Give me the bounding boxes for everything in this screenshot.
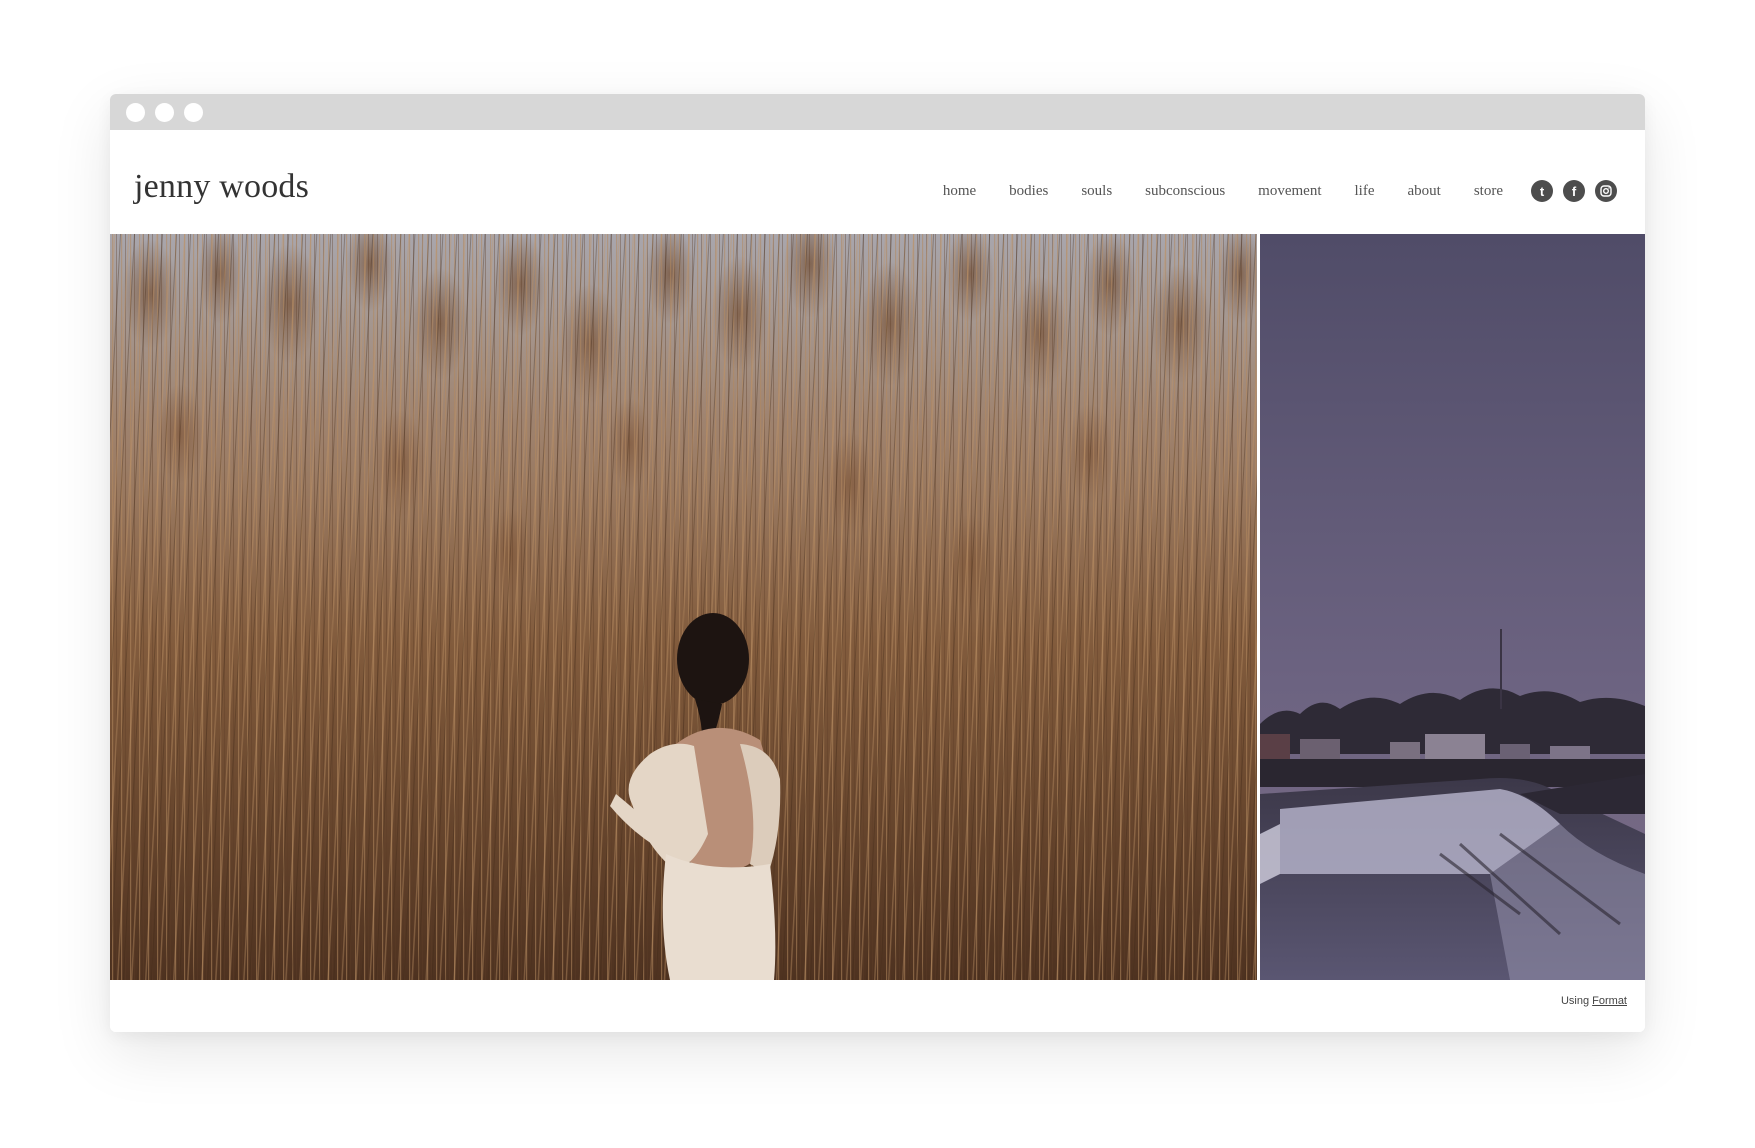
nav-item-bodies[interactable]: bodies (1009, 183, 1048, 200)
instagram-icon[interactable] (1595, 180, 1617, 202)
site-header: jenny woods home bodies souls subconscio… (110, 130, 1645, 234)
photo-gallery (110, 234, 1645, 980)
window-maximize-dot[interactable] (184, 102, 203, 122)
nav-item-store[interactable]: store (1474, 183, 1503, 200)
rooftop-photo-image (1260, 234, 1645, 980)
nav-item-about[interactable]: about (1408, 183, 1441, 200)
window-minimize-dot[interactable] (155, 102, 174, 122)
nav-item-movement[interactable]: movement (1258, 183, 1321, 200)
nav-item-home[interactable]: home (943, 183, 976, 200)
facebook-icon[interactable]: f (1563, 180, 1585, 202)
reeds-photo-image (110, 234, 1257, 980)
site-footer: Using Format (110, 980, 1645, 1032)
instagram-glyph (1600, 185, 1612, 197)
browser-window: jenny woods home bodies souls subconscio… (110, 94, 1645, 1032)
nav-item-subconscious[interactable]: subconscious (1145, 183, 1225, 200)
photo-rooftop-dusk[interactable] (1260, 234, 1645, 980)
nav-item-souls[interactable]: souls (1081, 183, 1112, 200)
site-logo[interactable]: jenny woods (134, 168, 309, 206)
main-nav: home bodies souls subconscious movement … (943, 180, 1617, 202)
window-close-dot[interactable] (126, 102, 145, 122)
social-links: t f (1531, 180, 1617, 202)
window-titlebar (110, 94, 1645, 130)
format-link[interactable]: Format (1592, 995, 1627, 1007)
footer-credit-prefix: Using (1560, 995, 1590, 1007)
tumblr-icon[interactable]: t (1531, 180, 1553, 202)
nav-item-life[interactable]: life (1355, 183, 1375, 200)
photo-woman-in-reeds[interactable] (110, 234, 1257, 980)
footer-credit: Using Format (1561, 995, 1627, 1007)
